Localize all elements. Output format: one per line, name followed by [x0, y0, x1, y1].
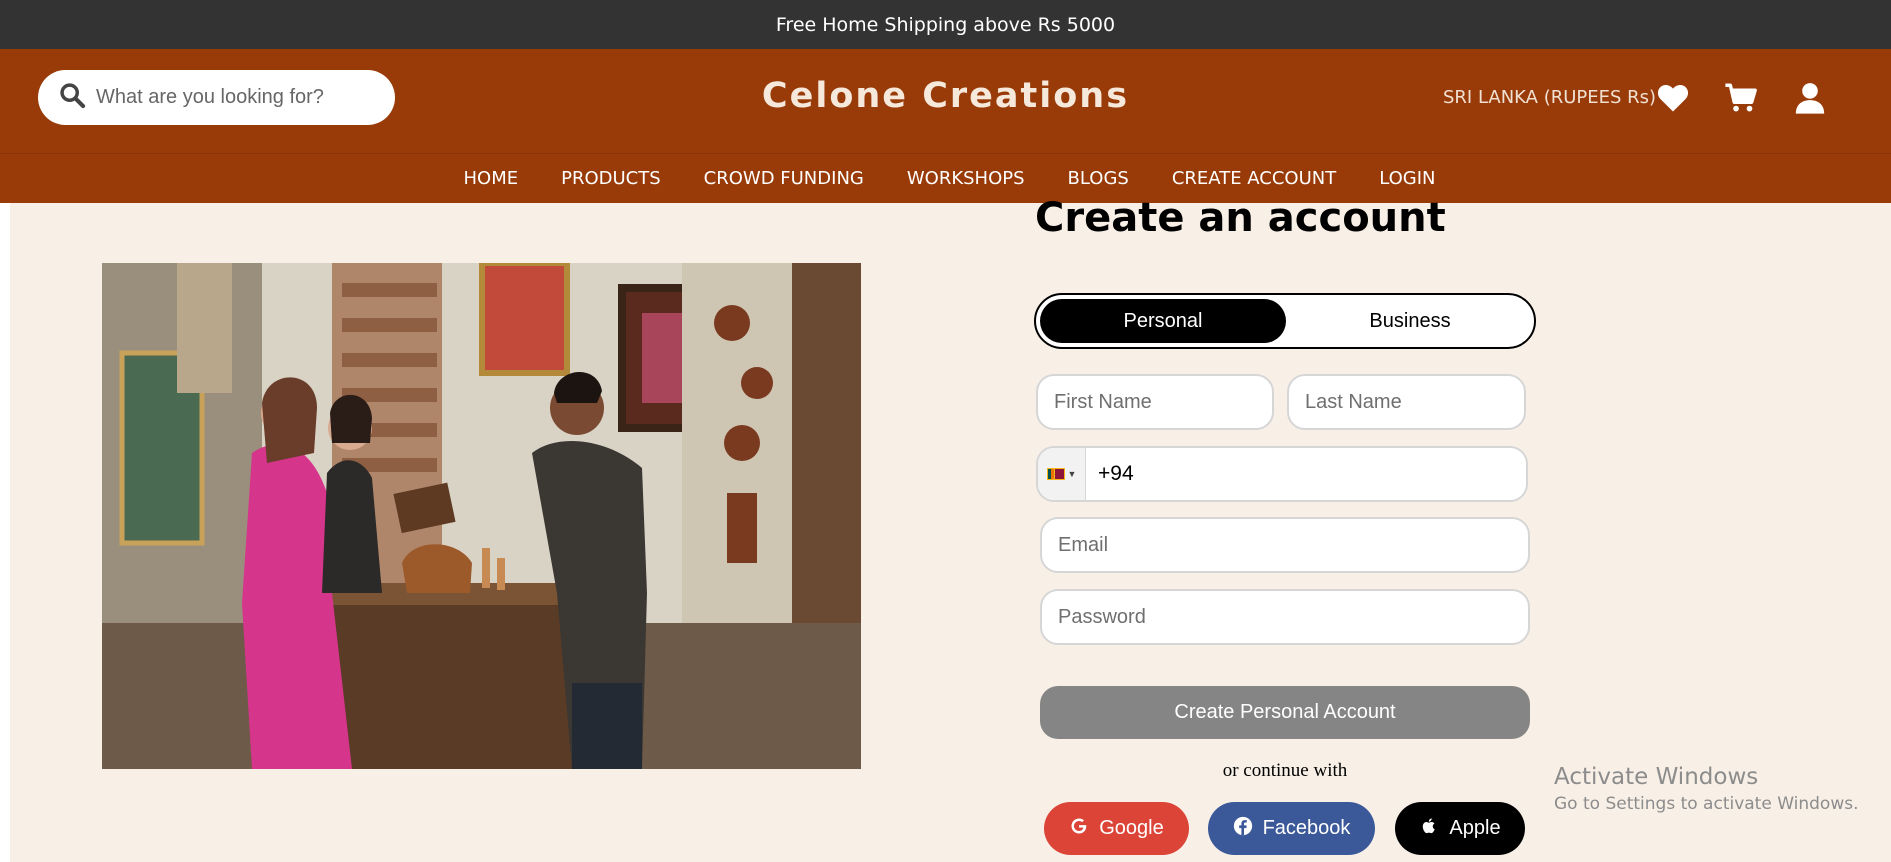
phone-input[interactable]: [1086, 462, 1526, 486]
watermark-subtitle: Go to Settings to activate Windows.: [1554, 794, 1859, 814]
facebook-icon: [1233, 816, 1253, 842]
nav-workshops[interactable]: WORKSHOPS: [907, 168, 1025, 189]
password-field[interactable]: [1040, 589, 1530, 645]
watermark-title: Activate Windows: [1554, 764, 1759, 790]
or-continue-text: or continue with: [1222, 760, 1348, 781]
google-label: Google: [1099, 817, 1164, 839]
tab-business[interactable]: Business: [1290, 299, 1530, 343]
chevron-down-icon: ▼: [1067, 469, 1077, 479]
announcement-text: Free Home Shipping above Rs 5000: [775, 13, 1116, 36]
announcement-bar: Free Home Shipping above Rs 5000: [0, 0, 1891, 49]
currency-selector[interactable]: SRI LANKA (RUPEES Rs): [1443, 87, 1656, 108]
apple-icon: [1419, 816, 1439, 842]
windows-activation-watermark: Activate Windows Go to Settings to activ…: [1554, 764, 1859, 814]
nav-blogs[interactable]: BLOGS: [1068, 168, 1129, 189]
site-header: Celone Creations SRI LANKA (RUPEES Rs) H…: [0, 49, 1891, 203]
create-account-button[interactable]: Create Personal Account: [1040, 686, 1530, 739]
last-name-field[interactable]: [1287, 374, 1526, 430]
main-navigation: HOME PRODUCTS CROWD FUNDING WORKSHOPS BL…: [0, 153, 1891, 203]
page-edge: [0, 203, 10, 862]
google-icon: [1069, 816, 1089, 842]
facebook-label: Facebook: [1262, 817, 1351, 839]
country-code-selector[interactable]: ▼: [1038, 448, 1086, 500]
nav-login[interactable]: LOGIN: [1379, 168, 1435, 189]
nav-home[interactable]: HOME: [463, 168, 518, 189]
account-type-toggle: Personal Business: [1034, 293, 1536, 349]
nav-products[interactable]: PRODUCTS: [561, 168, 661, 189]
nav-crowd-funding[interactable]: CROWD FUNDING: [704, 168, 864, 189]
user-icon[interactable]: [1793, 81, 1827, 115]
google-login-button[interactable]: Google: [1044, 802, 1189, 855]
facebook-login-button[interactable]: Facebook: [1208, 802, 1375, 855]
page-title: Create an account: [1035, 195, 1446, 241]
cart-icon[interactable]: [1724, 81, 1758, 115]
first-name-field[interactable]: [1036, 374, 1274, 430]
heart-icon[interactable]: [1656, 81, 1690, 115]
workshop-photo: [102, 263, 861, 769]
nav-create-account[interactable]: CREATE ACCOUNT: [1172, 168, 1336, 189]
sri-lanka-flag-icon: [1046, 468, 1065, 480]
apple-label: Apple: [1449, 817, 1501, 839]
tab-personal[interactable]: Personal: [1040, 299, 1286, 343]
phone-field: ▼: [1036, 446, 1528, 502]
apple-login-button[interactable]: Apple: [1395, 802, 1525, 855]
email-field[interactable]: [1040, 517, 1530, 573]
